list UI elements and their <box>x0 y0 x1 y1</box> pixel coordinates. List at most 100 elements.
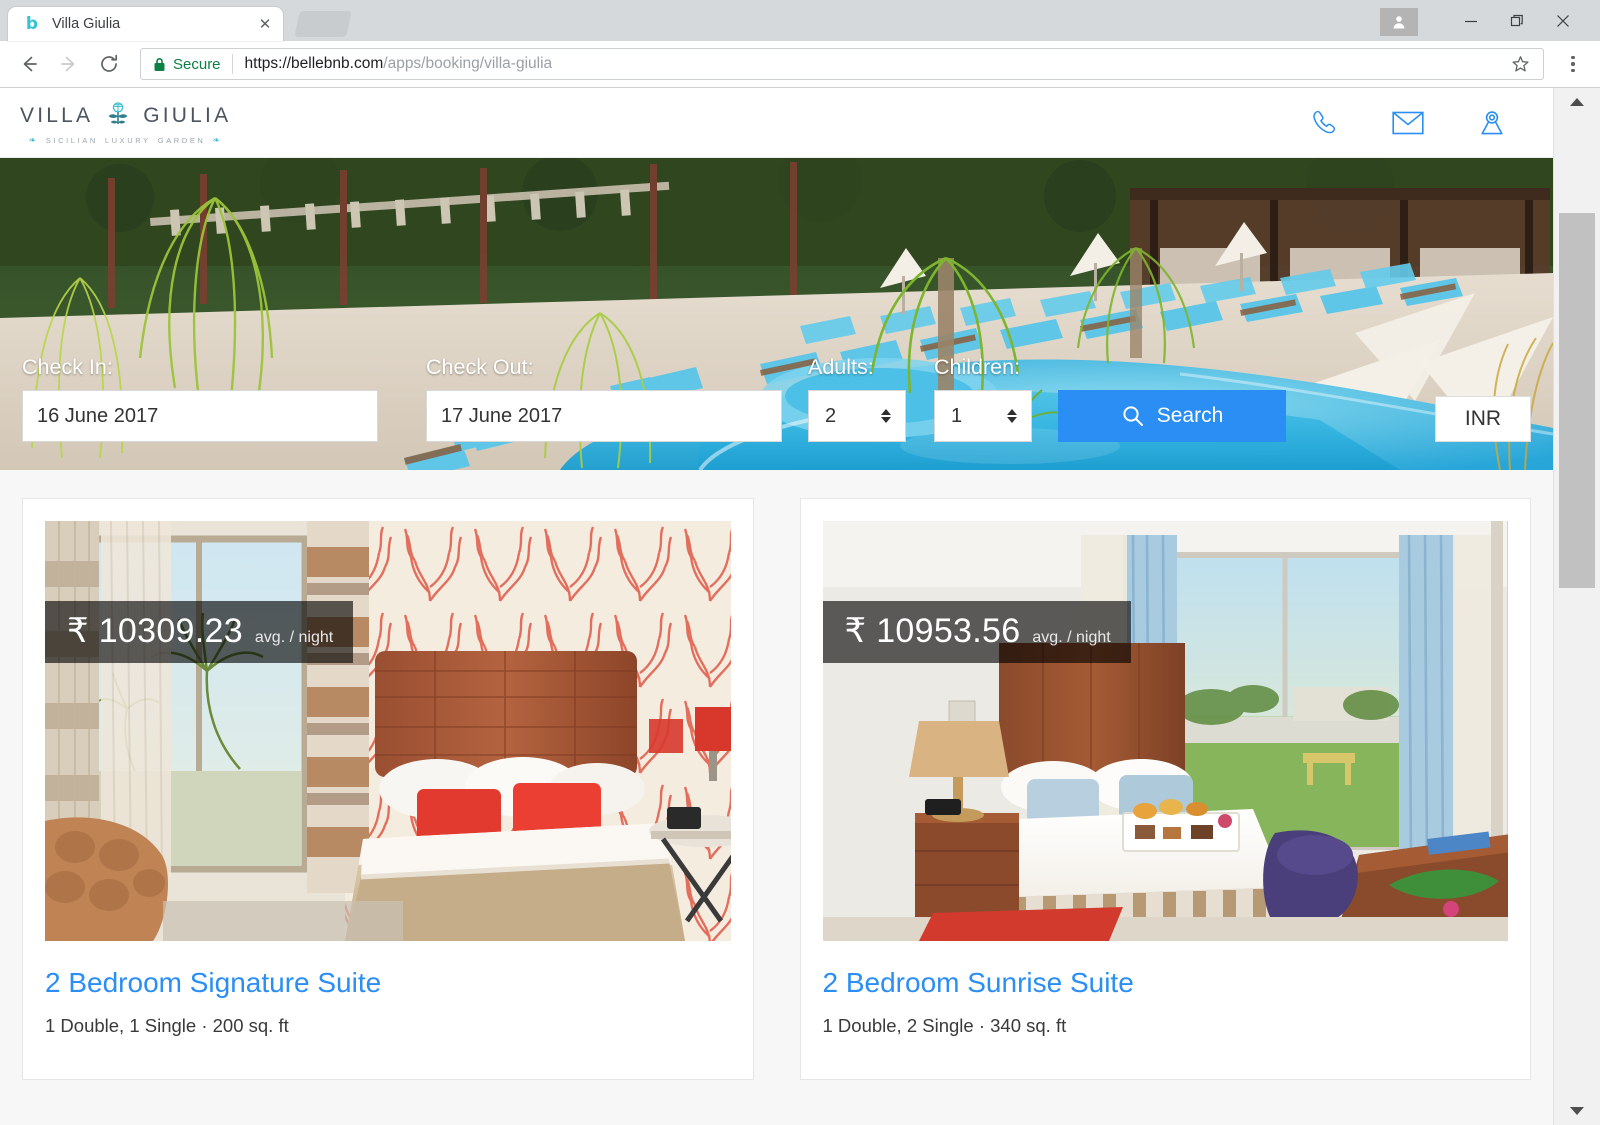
hero-banner: Check In: 16 June 2017 Check Out: 17 Jun… <box>0 158 1553 470</box>
scroll-down-icon <box>1570 1107 1584 1115</box>
adults-label: Adults: <box>808 355 874 379</box>
currency-selector[interactable]: INR <box>1435 396 1531 442</box>
close-icon <box>1557 14 1569 27</box>
tagline-luxury: LUXURY <box>104 136 151 145</box>
children-stepper[interactable]: 1 <box>934 390 1032 442</box>
booking-page: VILLA GIULIA ❧ SICILIAN LUXURY GARDEN ❧ … <box>0 88 1553 1125</box>
adults-value: 2 <box>825 404 837 427</box>
price-badge: ₹ 10953.56 avg. / night <box>822 601 1131 663</box>
price-value: 10309.23 <box>98 612 243 650</box>
back-button[interactable] <box>12 47 46 81</box>
minimize-icon <box>1465 20 1477 22</box>
kebab-dot <box>1571 68 1575 73</box>
adults-stepper-arrows-icon[interactable] <box>881 409 891 423</box>
currency-symbol: ₹ <box>67 612 89 650</box>
thistle-flower-icon <box>101 99 135 133</box>
adults-stepper[interactable]: 2 <box>808 390 906 442</box>
search-button-label: Search <box>1156 404 1224 427</box>
new-tab-placeholder[interactable] <box>294 11 352 37</box>
leaf-left-icon: ❧ <box>28 135 39 145</box>
close-window-button[interactable] <box>1540 0 1586 41</box>
chrome-menu-button[interactable] <box>1558 47 1588 81</box>
price-value: 10953.56 <box>876 612 1021 650</box>
stepper-down-icon[interactable] <box>1007 417 1017 423</box>
checkout-input[interactable]: 17 June 2017 <box>426 390 782 442</box>
price-amount: ₹ 10309.23 <box>67 611 243 651</box>
checkin-label: Check In: <box>22 355 113 379</box>
header-contact-icons <box>1305 104 1531 142</box>
room-card[interactable]: ₹ 10309.23 avg. / night 2 Bedroom Signat… <box>22 498 754 1080</box>
price-unit: avg. / night <box>1032 629 1111 646</box>
checkout-value: 17 June 2017 <box>441 404 563 427</box>
price-amount: ₹ 10953.56 <box>845 611 1021 651</box>
checkin-field: Check In: 16 June 2017 <box>22 355 378 442</box>
checkin-input[interactable]: 16 June 2017 <box>22 390 378 442</box>
forward-arrow-icon <box>61 56 75 72</box>
checkout-label: Check Out: <box>426 355 534 379</box>
tab-title: Villa Giulia <box>52 16 121 32</box>
minimize-button[interactable] <box>1448 0 1494 41</box>
price-badge: ₹ 10309.23 avg. / night <box>45 601 354 663</box>
leaf-right-icon: ❧ <box>212 135 223 145</box>
currency-symbol: ₹ <box>844 612 867 650</box>
page-scrollbar[interactable] <box>1553 88 1600 1125</box>
tab-villa-giulia[interactable]: b Villa Giulia ✕ <box>8 7 283 41</box>
logo-word-right: GIULIA <box>143 104 232 127</box>
forward-button[interactable] <box>52 47 86 81</box>
room-image-wrapper: ₹ 10309.23 avg. / night <box>45 521 731 941</box>
room-title-link[interactable]: 2 Bedroom Signature Suite <box>45 967 731 999</box>
children-label: Children: <box>934 355 1021 379</box>
secure-label: Secure <box>173 55 221 73</box>
tab-close-icon[interactable]: ✕ <box>255 14 275 34</box>
tagline-garden: GARDEN <box>157 136 206 145</box>
logo-wordmark: VILLA GIULIA <box>20 99 231 133</box>
logo-word-left: VILLA <box>20 104 94 127</box>
search-button[interactable]: Search <box>1058 390 1286 442</box>
children-stepper-arrows-icon[interactable] <box>1007 409 1017 423</box>
room-title-link[interactable]: 2 Bedroom Sunrise Suite <box>823 967 1509 999</box>
browser-toolbar: Secure https://bellebnb.com/apps/booking… <box>0 41 1600 88</box>
tab-strip: b Villa Giulia ✕ <box>0 0 1600 41</box>
stepper-up-icon[interactable] <box>881 409 891 415</box>
checkin-value: 16 June 2017 <box>37 404 159 427</box>
map-pin-icon[interactable] <box>1473 104 1511 142</box>
price-unit: avg. / night <box>254 629 334 646</box>
children-field: Children: 1 <box>934 355 1032 442</box>
omnibox-divider <box>231 54 233 74</box>
profile-avatar-button[interactable] <box>1380 7 1418 36</box>
search-icon <box>1123 406 1143 426</box>
stepper-down-icon[interactable] <box>881 417 891 423</box>
currency-value: INR <box>1464 407 1502 430</box>
browser-window: b Villa Giulia ✕ Secure https://bellebnb… <box>0 0 1600 1125</box>
kebab-dot <box>1571 55 1575 60</box>
scroll-down-button[interactable] <box>1554 1097 1600 1125</box>
stepper-up-icon[interactable] <box>1007 409 1017 415</box>
room-card[interactable]: ₹ 10953.56 avg. / night 2 Bedroom Sunris… <box>799 498 1531 1080</box>
logo-tagline: ❧ SICILIAN LUXURY GARDEN ❧ <box>29 135 223 146</box>
reload-icon <box>101 54 118 72</box>
bookmark-star-icon[interactable] <box>1505 55 1535 74</box>
signature-suite-photo <box>45 521 731 941</box>
scroll-up-icon <box>1570 98 1584 106</box>
scrollbar-thumb[interactable] <box>1559 213 1595 588</box>
url-host: https://bellebnb.com <box>244 55 384 72</box>
site-header: VILLA GIULIA ❧ SICILIAN LUXURY GARDEN ❧ <box>0 88 1553 158</box>
room-meta: 1 Double, 1 Single · 200 sq. ft <box>45 1015 289 1036</box>
mail-icon[interactable] <box>1389 104 1427 142</box>
url-path: /apps/booking/villa-giulia <box>383 55 553 72</box>
room-image-wrapper: ₹ 10953.56 avg. / night <box>822 521 1508 941</box>
booking-search-bar: Check In: 16 June 2017 Check Out: 17 Jun… <box>0 355 1553 470</box>
maximize-button[interactable] <box>1494 0 1540 41</box>
phone-icon[interactable] <box>1305 104 1343 142</box>
url-text: https://bellebnb.com/apps/booking/villa-… <box>245 55 1505 73</box>
scroll-up-button[interactable] <box>1554 88 1600 116</box>
tagline-sicilian: SICILIAN <box>45 136 98 145</box>
reload-button[interactable] <box>92 47 126 81</box>
kebab-dot <box>1571 62 1575 66</box>
adults-field: Adults: 2 <box>808 355 906 442</box>
villa-giulia-logo[interactable]: VILLA GIULIA ❧ SICILIAN LUXURY GARDEN ❧ <box>20 99 231 146</box>
window-controls <box>1380 0 1600 41</box>
page-viewport: VILLA GIULIA ❧ SICILIAN LUXURY GARDEN ❧ … <box>0 88 1600 1125</box>
address-bar[interactable]: Secure https://bellebnb.com/apps/booking… <box>140 48 1544 80</box>
restore-icon <box>1510 14 1523 26</box>
